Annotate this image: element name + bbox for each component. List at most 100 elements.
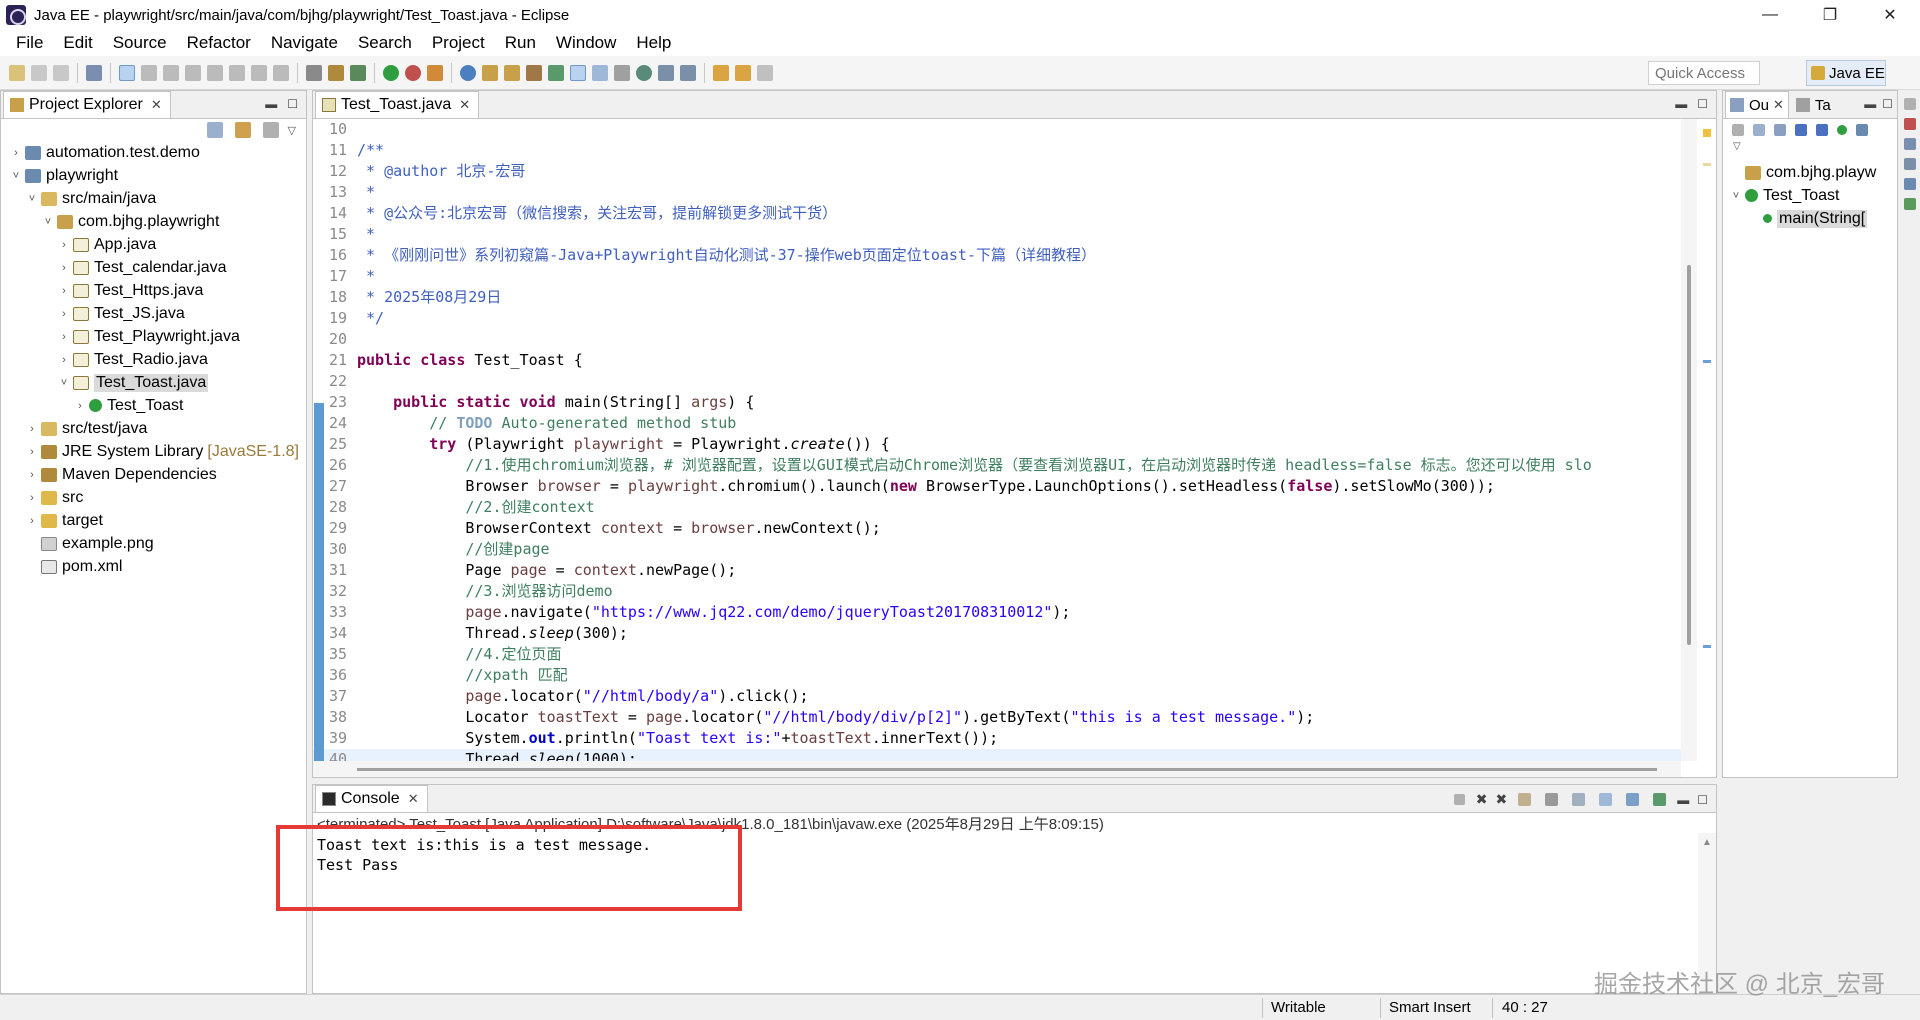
maximize-view-icon[interactable]: ☐ xyxy=(1882,97,1893,111)
scroll-up-icon[interactable]: ▲ xyxy=(1698,837,1716,848)
save-all-icon[interactable] xyxy=(53,64,69,81)
menu-source[interactable]: Source xyxy=(103,33,177,53)
collapse-all-icon[interactable] xyxy=(1753,124,1765,136)
chevron-right-icon[interactable]: › xyxy=(57,331,71,343)
collapse-all-icon[interactable] xyxy=(206,122,223,138)
chevron-down-icon[interactable]: ˅ xyxy=(57,377,71,389)
code-line[interactable]: 18 * 2025年08月29日 xyxy=(313,287,1681,308)
last-edit-icon[interactable] xyxy=(713,64,729,81)
display-console-icon[interactable] xyxy=(1626,793,1640,806)
code-line[interactable]: 24 // TODO Auto-generated method stub xyxy=(313,413,1681,434)
code-line[interactable]: 23 public static void main(String[] args… xyxy=(313,392,1681,413)
menu-run[interactable]: Run xyxy=(495,33,546,53)
remove-launch-icon[interactable]: ✖ xyxy=(1476,791,1488,808)
code-line[interactable]: 36 //xpath 匹配 xyxy=(313,665,1681,686)
minimize-view-icon[interactable]: ▬ xyxy=(1864,97,1876,111)
tree-item[interactable]: › Test_Radio.java xyxy=(1,348,306,371)
chevron-down-icon[interactable]: ˅ xyxy=(25,193,39,205)
tree-item[interactable]: › Test_Https.java xyxy=(1,279,306,302)
minimize-view-icon[interactable]: ▬ xyxy=(1677,793,1689,807)
terminate-icon[interactable] xyxy=(185,64,201,81)
code-line[interactable]: 34 Thread.sleep(300); xyxy=(313,623,1681,644)
tree-item[interactable]: ˅ Test_Toast.java xyxy=(1,371,306,394)
code-line[interactable]: 39 System.out.println("Toast text is:"+t… xyxy=(313,728,1681,749)
close-icon[interactable]: ✕ xyxy=(459,97,470,113)
tab-project-explorer[interactable]: Project Explorer ✕ xyxy=(3,91,171,118)
properties-icon[interactable] xyxy=(1904,138,1916,150)
sort-icon[interactable] xyxy=(1732,124,1744,136)
code-line[interactable]: 13 * xyxy=(313,182,1681,203)
code-line[interactable]: 32 //3.浏览器访问demo xyxy=(313,581,1681,602)
tree-item[interactable]: ˅ playwright xyxy=(1,164,306,187)
hide-local-types-icon[interactable] xyxy=(1837,125,1847,135)
link-with-editor-icon[interactable] xyxy=(1856,124,1868,136)
hide-static-icon[interactable] xyxy=(1795,124,1807,136)
pin-console-icon[interactable] xyxy=(1599,793,1613,806)
menu-help[interactable]: Help xyxy=(626,33,681,53)
build-icon[interactable] xyxy=(328,64,344,81)
tab-outline[interactable]: Ou ✕ xyxy=(1725,91,1789,118)
code-line[interactable]: 33 page.navigate("https://www.jq22.com/d… xyxy=(313,602,1681,623)
menu-project[interactable]: Project xyxy=(422,33,495,53)
external-tools-icon[interactable] xyxy=(427,64,443,81)
code-line[interactable]: 27 Browser browser = playwright.chromium… xyxy=(313,476,1681,497)
tab-test-toast-java[interactable]: Test_Toast.java ✕ xyxy=(315,91,480,118)
run-icon[interactable] xyxy=(383,64,399,81)
back-icon[interactable] xyxy=(735,64,751,81)
chevron-right-icon[interactable]: › xyxy=(57,262,71,274)
open-console-icon[interactable] xyxy=(1653,793,1667,806)
word-wrap-icon[interactable] xyxy=(1545,793,1559,806)
hide-fields-icon[interactable] xyxy=(1774,124,1786,136)
tree-item[interactable]: › automation.test.demo xyxy=(1,141,306,164)
servers-icon[interactable] xyxy=(1904,158,1916,170)
maximize-view-icon[interactable]: ☐ xyxy=(287,97,298,111)
editor-vertical-scrollbar[interactable] xyxy=(1681,119,1697,761)
chevron-right-icon[interactable]: › xyxy=(57,354,71,366)
minimize-view-icon[interactable]: ▬ xyxy=(265,97,277,111)
step-over-icon[interactable] xyxy=(251,64,267,81)
maximize-view-icon[interactable]: ☐ xyxy=(1697,793,1708,807)
occurrence-marker[interactable] xyxy=(1703,163,1711,166)
show-console-on-output-icon[interactable] xyxy=(1572,793,1586,806)
menu-navigate[interactable]: Navigate xyxy=(261,33,348,53)
close-button[interactable]: ✕ xyxy=(1860,0,1920,30)
tree-item[interactable]: › Test_Playwright.java xyxy=(1,325,306,348)
remove-all-terminated-icon[interactable]: ✖ xyxy=(1496,791,1508,808)
code-line[interactable]: 11 /** xyxy=(313,140,1681,161)
code-line[interactable]: 31 Page page = context.newPage(); xyxy=(313,560,1681,581)
new-icon[interactable] xyxy=(9,64,25,81)
restore-icon[interactable] xyxy=(1904,98,1916,110)
code-line[interactable]: 40 Thread.sleep(1000); xyxy=(313,749,1681,761)
code-line[interactable]: 29 BrowserContext context = browser.newC… xyxy=(313,518,1681,539)
chevron-right-icon[interactable]: › xyxy=(57,239,71,251)
tree-item[interactable]: main(String[ xyxy=(1723,207,1897,230)
open-task-icon[interactable] xyxy=(526,64,542,81)
skip-breakpoints-icon[interactable] xyxy=(119,64,135,81)
scroll-lock-icon[interactable] xyxy=(1518,793,1532,806)
code-line[interactable]: 22 xyxy=(313,371,1681,392)
restore-button[interactable]: ❐ xyxy=(1800,0,1860,30)
snippets-icon[interactable] xyxy=(1904,198,1916,210)
next-annotation-icon[interactable] xyxy=(658,64,674,81)
tree-item[interactable]: › Test_Toast xyxy=(1,394,306,417)
data-source-icon[interactable] xyxy=(1904,178,1916,190)
menu-edit[interactable]: Edit xyxy=(53,33,102,53)
filter-icon[interactable] xyxy=(262,122,279,138)
hide-non-public-icon[interactable] xyxy=(1816,124,1828,136)
web-browser-icon[interactable] xyxy=(636,64,652,81)
view-menu-icon[interactable]: ▽ xyxy=(288,124,296,137)
close-icon[interactable]: ✕ xyxy=(151,97,162,113)
chevron-right-icon[interactable]: › xyxy=(9,147,23,159)
chevron-right-icon[interactable]: › xyxy=(25,492,39,504)
previous-annotation-icon[interactable] xyxy=(680,64,696,81)
chevron-down-icon[interactable]: ˅ xyxy=(9,170,23,182)
chevron-right-icon[interactable]: › xyxy=(25,515,39,527)
tree-item[interactable]: › App.java xyxy=(1,233,306,256)
warning-marker[interactable] xyxy=(1703,129,1711,137)
code-line[interactable]: 15 * xyxy=(313,224,1681,245)
tree-item[interactable]: › target xyxy=(1,509,306,532)
editor-horizontal-scrollbar[interactable] xyxy=(313,761,1681,777)
step-into-icon[interactable] xyxy=(229,64,245,81)
chevron-right-icon[interactable]: › xyxy=(25,446,39,458)
code-line[interactable]: 20 xyxy=(313,329,1681,350)
